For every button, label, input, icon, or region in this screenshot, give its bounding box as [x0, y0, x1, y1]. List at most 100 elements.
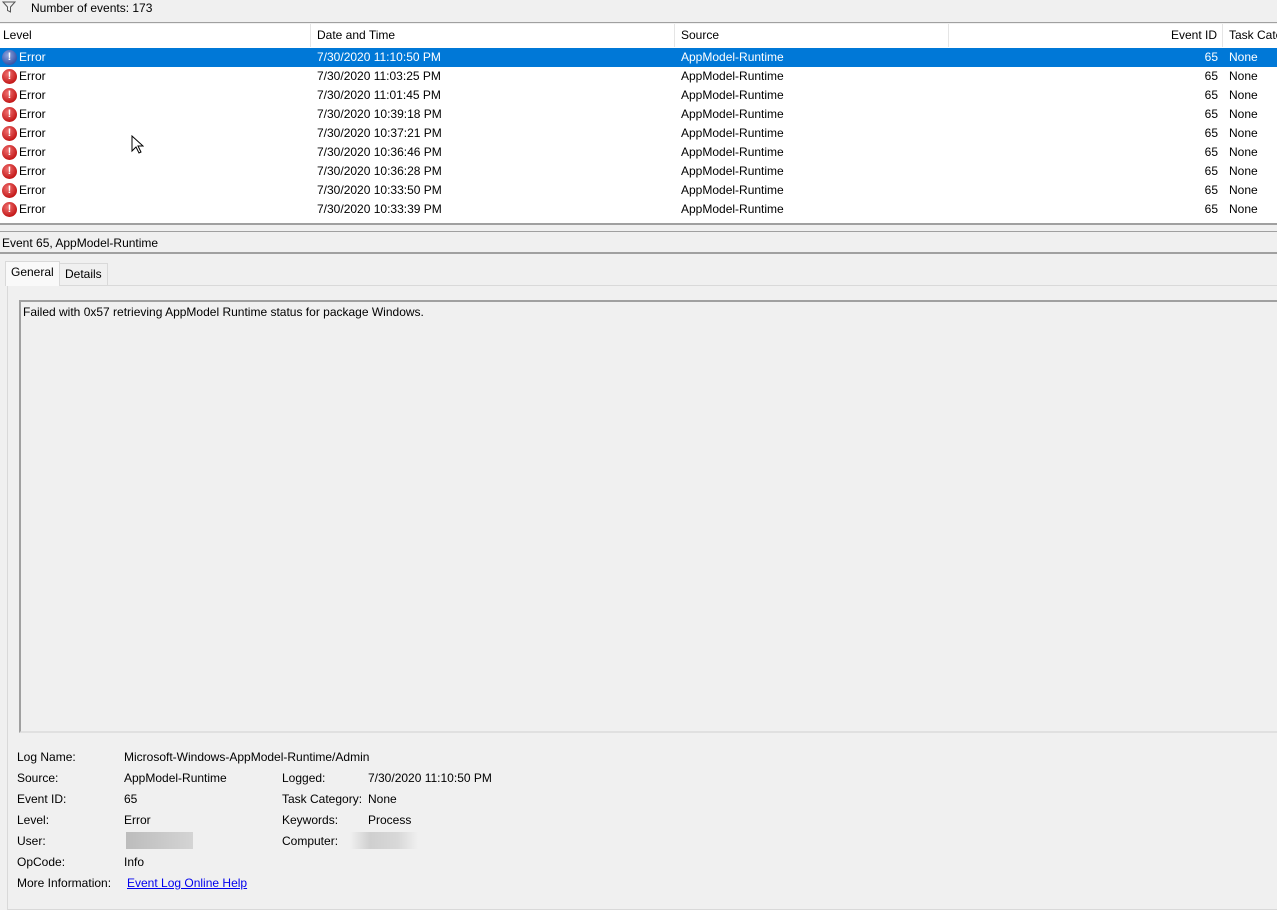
- source-cell: AppModel-Runtime: [681, 50, 784, 64]
- level-cell: Error: [19, 164, 46, 178]
- datetime-cell: 7/30/2020 11:01:45 PM: [317, 88, 441, 102]
- tab-general[interactable]: General: [5, 261, 60, 286]
- table-row[interactable]: ! Error 7/30/2020 10:39:18 PM AppModel-R…: [0, 105, 1277, 124]
- datetime-cell: 7/30/2020 11:10:50 PM: [317, 50, 441, 64]
- event-id-cell: 65: [1204, 183, 1218, 197]
- source-cell: AppModel-Runtime: [681, 183, 784, 197]
- event-id-cell: 65: [1204, 69, 1218, 83]
- level-label: Level:: [17, 813, 50, 827]
- event-id-cell: 65: [1204, 88, 1218, 102]
- computer-label: Computer:: [282, 834, 339, 848]
- task-category-cell: None: [1229, 164, 1258, 178]
- datetime-cell: 7/30/2020 10:33:39 PM: [317, 202, 442, 216]
- keywords-value: Process: [368, 813, 412, 827]
- opcode-label: OpCode:: [17, 855, 66, 869]
- table-row[interactable]: ! Error 7/30/2020 10:36:46 PM AppModel-R…: [0, 143, 1277, 162]
- level-value: Error: [124, 813, 151, 827]
- event-id-cell: 65: [1204, 202, 1218, 216]
- table-row[interactable]: ! Error 7/30/2020 10:33:50 PM AppModel-R…: [0, 181, 1277, 200]
- table-row[interactable]: ! Error 7/30/2020 10:36:28 PM AppModel-R…: [0, 162, 1277, 181]
- source-cell: AppModel-Runtime: [681, 69, 784, 83]
- logged-value: 7/30/2020 11:10:50 PM: [368, 771, 492, 785]
- event-id-value: 65: [124, 792, 138, 806]
- task-category-cell: None: [1229, 145, 1258, 159]
- column-header-task-category[interactable]: Task Cate: [1223, 24, 1277, 47]
- source-cell: AppModel-Runtime: [681, 126, 784, 140]
- error-icon: !: [2, 107, 17, 122]
- level-cell: Error: [19, 126, 46, 140]
- task-category-cell: None: [1229, 50, 1258, 64]
- log-name-label: Log Name:: [17, 750, 76, 764]
- tab-details[interactable]: Details: [59, 263, 108, 285]
- event-id-cell: 65: [1204, 164, 1218, 178]
- task-category-label: Task Category:: [282, 792, 363, 806]
- level-cell: Error: [19, 69, 46, 83]
- error-icon: !: [2, 202, 17, 217]
- source-cell: AppModel-Runtime: [681, 107, 784, 121]
- more-info-label: More Information:: [17, 876, 112, 890]
- error-icon: !: [2, 126, 17, 141]
- source-cell: AppModel-Runtime: [681, 88, 784, 102]
- source-value: AppModel-Runtime: [124, 771, 227, 785]
- task-category-cell: None: [1229, 126, 1258, 140]
- user-label: User:: [17, 834, 46, 848]
- event-count: Number of events: 173: [31, 1, 153, 15]
- level-cell: Error: [19, 183, 46, 197]
- source-cell: AppModel-Runtime: [681, 164, 784, 178]
- event-id-cell: 65: [1204, 50, 1218, 64]
- task-category-cell: None: [1229, 202, 1258, 216]
- table-row[interactable]: ! Error 7/30/2020 10:37:21 PM AppModel-R…: [0, 124, 1277, 143]
- table-row[interactable]: ! Error 7/30/2020 10:33:39 PM AppModel-R…: [0, 200, 1277, 219]
- task-category-cell: None: [1229, 69, 1258, 83]
- filter-icon[interactable]: [2, 1, 16, 13]
- level-cell: Error: [19, 88, 46, 102]
- user-value-redacted: [126, 832, 193, 849]
- keywords-label: Keywords:: [282, 813, 339, 827]
- error-icon: !: [2, 164, 17, 179]
- task-category-value: None: [368, 792, 397, 806]
- error-icon: !: [2, 50, 17, 65]
- event-message[interactable]: Failed with 0x57 retrieving AppModel Run…: [19, 300, 1277, 733]
- datetime-cell: 7/30/2020 11:03:25 PM: [317, 69, 441, 83]
- column-header-date[interactable]: Date and Time: [311, 24, 675, 47]
- datetime-cell: 7/30/2020 10:36:28 PM: [317, 164, 442, 178]
- level-cell: Error: [19, 50, 46, 64]
- level-cell: Error: [19, 107, 46, 121]
- column-header-source[interactable]: Source: [675, 24, 949, 47]
- event-list[interactable]: Level Date and Time Source Event ID Task…: [0, 24, 1277, 223]
- list-header: Level Date and Time Source Event ID Task…: [0, 24, 1277, 47]
- source-cell: AppModel-Runtime: [681, 202, 784, 216]
- event-id-label: Event ID:: [17, 792, 67, 806]
- log-name-value: Microsoft-Windows-AppModel-Runtime/Admin: [124, 750, 370, 764]
- computer-value-redacted: [350, 832, 418, 849]
- toolbar: Number of events: 173: [0, 0, 1277, 23]
- column-header-level[interactable]: Level: [0, 24, 311, 47]
- task-category-cell: None: [1229, 88, 1258, 102]
- pane-splitter[interactable]: [0, 223, 1277, 232]
- table-row[interactable]: ! Error 7/30/2020 11:03:25 PM AppModel-R…: [0, 67, 1277, 86]
- event-log-online-help-link[interactable]: Event Log Online Help: [127, 876, 247, 890]
- event-detail-title: Event 65, AppModel-Runtime: [0, 233, 1277, 254]
- datetime-cell: 7/30/2020 10:39:18 PM: [317, 107, 442, 121]
- logged-label: Logged:: [282, 771, 326, 785]
- datetime-cell: 7/30/2020 10:33:50 PM: [317, 183, 442, 197]
- task-category-cell: None: [1229, 107, 1258, 121]
- table-row[interactable]: ! Error 7/30/2020 11:10:50 PM AppModel-R…: [0, 48, 1277, 67]
- opcode-value: Info: [124, 855, 145, 869]
- error-icon: !: [2, 88, 17, 103]
- column-header-event-id[interactable]: Event ID: [949, 24, 1223, 47]
- datetime-cell: 7/30/2020 10:37:21 PM: [317, 126, 442, 140]
- level-cell: Error: [19, 202, 46, 216]
- error-icon: !: [2, 69, 17, 84]
- event-id-cell: 65: [1204, 145, 1218, 159]
- error-icon: !: [2, 145, 17, 160]
- event-id-cell: 65: [1204, 126, 1218, 140]
- source-label: Source:: [17, 771, 59, 785]
- level-cell: Error: [19, 145, 46, 159]
- table-row[interactable]: ! Error 7/30/2020 11:01:45 PM AppModel-R…: [0, 86, 1277, 105]
- event-id-cell: 65: [1204, 107, 1218, 121]
- mouse-cursor-icon: [131, 135, 144, 154]
- source-cell: AppModel-Runtime: [681, 145, 784, 159]
- error-icon: !: [2, 183, 17, 198]
- datetime-cell: 7/30/2020 10:36:46 PM: [317, 145, 442, 159]
